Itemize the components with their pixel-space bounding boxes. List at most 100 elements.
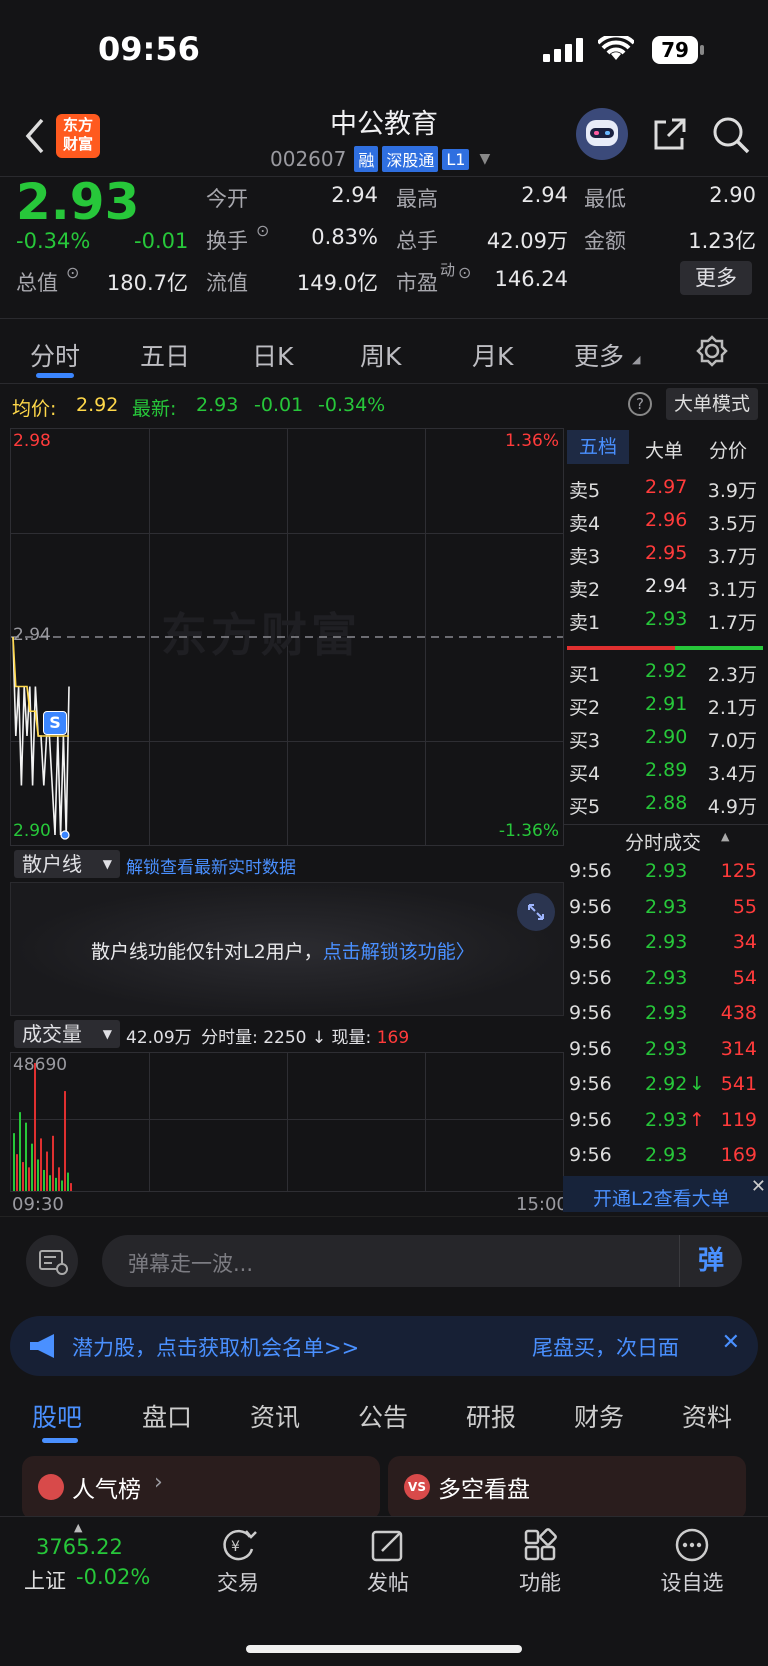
settings-icon[interactable] xyxy=(696,335,728,367)
bid-price: 2.92 xyxy=(645,660,688,682)
big-order-mode-button[interactable]: 大单模式 xyxy=(666,388,758,420)
tab-daily[interactable]: 日K xyxy=(252,337,293,373)
volume-bar xyxy=(28,1167,30,1191)
ask-row[interactable]: 卖3 2.95 3.7万 xyxy=(563,538,763,571)
chart-icon xyxy=(38,1474,64,1500)
nav-functions[interactable]: 功能 xyxy=(508,1527,572,1603)
tab-more[interactable]: 更多 xyxy=(574,337,624,373)
nav-trade[interactable]: ¥ 交易 xyxy=(206,1527,270,1603)
expand-icon[interactable] xyxy=(517,893,555,931)
tab-finance[interactable]: 财务 xyxy=(574,1398,624,1434)
edit-icon xyxy=(371,1530,403,1562)
nav-post[interactable]: 发帖 xyxy=(356,1527,420,1603)
x-start-label: 09:30 xyxy=(12,1194,64,1215)
sell-marker-icon[interactable]: S xyxy=(43,711,67,735)
trade-row: 9:56 2.93 34 xyxy=(563,927,763,962)
trade-time: 9:56 xyxy=(569,895,612,918)
tab-order-book[interactable]: 盘口 xyxy=(142,1398,192,1434)
ask-ratio-bar xyxy=(567,646,675,650)
close-icon[interactable]: ✕ xyxy=(722,1330,740,1355)
ask-volume: 3.1万 xyxy=(707,579,757,601)
intraday-chart[interactable]: 东方财富 S 2.98 2.94 2.90 1.36% -1.36% xyxy=(10,428,564,846)
status-bar: 09:56 79 xyxy=(0,0,768,100)
trade-time: 9:56 xyxy=(569,1108,612,1131)
unlock-feature-link[interactable]: 点击解锁该功能 xyxy=(323,941,456,963)
bid-row[interactable]: 买3 2.90 7.0万 xyxy=(563,722,763,755)
danmu-send-button[interactable]: 弹 xyxy=(679,1235,742,1287)
close-icon[interactable]: ✕ xyxy=(751,1176,766,1197)
trade-volume: 438 xyxy=(720,1002,757,1024)
bid-row[interactable]: 买1 2.92 2.3万 xyxy=(563,656,763,689)
promo-banner[interactable]: 潜力股，点击获取机会名单>> 尾盘买，次日面 ✕ xyxy=(10,1316,758,1376)
bid-price: 2.90 xyxy=(645,726,688,748)
margin-badge: 融 xyxy=(354,146,379,172)
retail-line-selector[interactable]: 散户线 ▼ xyxy=(14,850,120,878)
tab-forum[interactable]: 股吧 xyxy=(32,1398,82,1434)
tab-big-order[interactable]: 大单 xyxy=(645,436,683,463)
volume-bar xyxy=(70,1183,72,1191)
tab-price-dist[interactable]: 分价 xyxy=(709,436,747,463)
volume-bar xyxy=(67,1172,69,1191)
bid-label: 买4 xyxy=(569,763,601,785)
ask-row[interactable]: 卖5 2.97 3.9万 xyxy=(563,472,763,505)
trades-title[interactable]: 分时成交 xyxy=(625,828,701,855)
ask-row[interactable]: 卖2 2.94 3.1万 xyxy=(563,571,763,604)
danmu-input[interactable]: 弹幕走一波... 弹 xyxy=(102,1235,742,1287)
amount-value: 1.23亿 xyxy=(688,229,756,253)
tab-level5[interactable]: 五档 xyxy=(567,430,629,464)
bid-label: 买5 xyxy=(569,796,601,818)
tab-intraday[interactable]: 分时 xyxy=(30,337,80,373)
tab-monthly[interactable]: 月K xyxy=(472,337,513,373)
down-arrow-icon: ↓ xyxy=(311,1028,332,1048)
nav-add-watchlist[interactable]: 设自选 xyxy=(652,1527,732,1603)
tab-profile[interactable]: 资料 xyxy=(682,1398,732,1434)
bid-row[interactable]: 买4 2.89 3.4万 xyxy=(563,755,763,788)
l2-banner[interactable]: 开通L2查看大单 ✕ xyxy=(563,1176,768,1212)
danmu-settings-icon[interactable] xyxy=(26,1235,78,1287)
turnover-label: 换手 xyxy=(206,229,248,253)
trade-time: 9:56 xyxy=(569,966,612,989)
bid-row[interactable]: 买5 2.88 4.9万 xyxy=(563,788,763,821)
bid-volume: 3.4万 xyxy=(707,763,757,785)
index-ticker[interactable]: 3765.22 上证 -0.02% xyxy=(20,1517,170,1597)
info-icon[interactable]: ⊙ xyxy=(66,263,79,282)
bid-label: 买2 xyxy=(569,697,601,719)
popularity-card[interactable]: 人气榜 › xyxy=(22,1456,380,1520)
trade-row: 9:56 2.93 55 xyxy=(563,892,763,927)
volume-bars xyxy=(13,1063,72,1191)
tab-weekly[interactable]: 周K xyxy=(360,337,401,373)
trade-row: 9:56 2.92 ↓ 541 xyxy=(563,1069,763,1104)
trade-volume: 125 xyxy=(720,860,757,882)
volume-selector[interactable]: 成交量 ▼ xyxy=(14,1020,120,1048)
community-tabs: 股吧 盘口 资讯 公告 研报 财务 资料 xyxy=(0,1386,768,1446)
trade-volume: 169 xyxy=(720,1144,757,1166)
stock-code-row[interactable]: 002607 融 深股通 L1 ▼ xyxy=(270,146,490,172)
trade-price: 2.93 xyxy=(645,895,688,918)
search-icon[interactable] xyxy=(712,116,750,154)
tab-announcements[interactable]: 公告 xyxy=(358,1398,408,1434)
more-dots-icon xyxy=(675,1528,709,1562)
robot-avatar-icon[interactable] xyxy=(576,108,628,160)
trade-direction: ↓ xyxy=(689,1073,705,1095)
ask-row[interactable]: 卖4 2.96 3.5万 xyxy=(563,505,763,538)
tab-five-day[interactable]: 五日 xyxy=(140,337,190,373)
info-icon[interactable]: ⊙ xyxy=(256,221,269,240)
ask-label: 卖4 xyxy=(569,513,601,535)
tab-news[interactable]: 资讯 xyxy=(250,1398,300,1434)
tab-research[interactable]: 研报 xyxy=(466,1398,516,1434)
ask-row[interactable]: 卖1 2.93 1.7万 xyxy=(563,604,763,637)
volume-chart[interactable]: 48690 xyxy=(10,1052,564,1192)
ask-volume: 3.7万 xyxy=(707,546,757,568)
long-short-card[interactable]: VS 多空看盘 xyxy=(388,1456,746,1520)
ask-price: 2.93 xyxy=(645,608,688,630)
more-button[interactable]: 更多 xyxy=(680,261,752,295)
home-indicator xyxy=(246,1645,522,1653)
ask-volume: 3.9万 xyxy=(707,480,757,502)
unlock-link[interactable]: 解锁查看最新实时数据 xyxy=(126,853,296,878)
share-icon[interactable] xyxy=(652,116,688,152)
ask-label: 卖3 xyxy=(569,546,601,568)
bid-row[interactable]: 买2 2.91 2.1万 xyxy=(563,689,763,722)
collapse-icon[interactable]: ▲ xyxy=(721,830,729,843)
low-label: 最低 xyxy=(584,187,626,211)
help-icon[interactable]: ? xyxy=(628,392,652,416)
